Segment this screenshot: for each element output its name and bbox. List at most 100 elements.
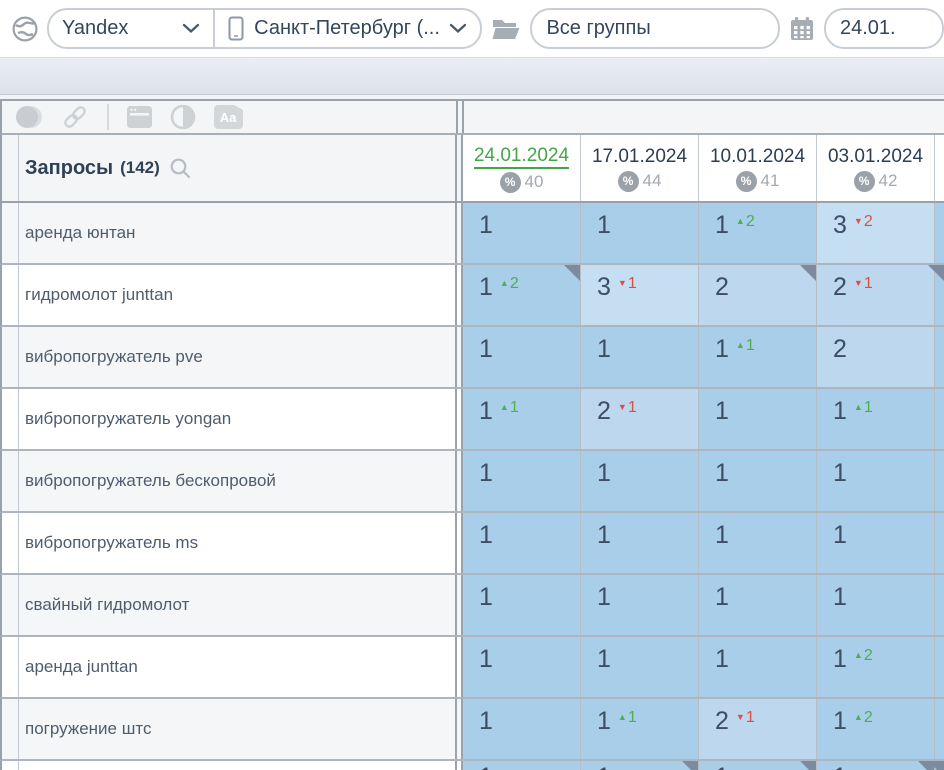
keyword-label[interactable]: вибропогружатель бескопровой (19, 451, 455, 511)
position-cell[interactable]: 1▲2 (817, 699, 935, 759)
search-icon[interactable] (169, 157, 192, 180)
position-cell[interactable]: 1 (817, 451, 935, 511)
panel-separator (455, 761, 463, 770)
region-select[interactable]: Санкт-Петербург (... (213, 10, 480, 47)
percent-value: 40 (525, 172, 544, 191)
position-cell[interactable]: 1▲2 (699, 203, 817, 263)
position-cell[interactable]: 1 (817, 575, 935, 635)
position-cell[interactable]: 1▲1 (817, 389, 935, 449)
position-cell[interactable]: 3▼1 (581, 265, 699, 325)
position-cell[interactable]: 1 (463, 327, 581, 387)
contrast-icon[interactable] (170, 104, 196, 130)
delta-up: ▲1 (854, 399, 873, 416)
table-row: гидромолот junttan 1▲23▼1 2 2▼1 (0, 265, 944, 327)
position-cell[interactable]: 2 (817, 327, 935, 387)
row-gutter (2, 389, 19, 449)
position-cell[interactable]: 1 (581, 575, 699, 635)
position-cell[interactable]: 1 (699, 389, 817, 449)
position-cell[interactable]: 1 (581, 451, 699, 511)
keyword-label[interactable]: погружение штс (19, 699, 455, 759)
date-header-link[interactable]: 10.01.2024 (710, 145, 805, 168)
date-column-header: 17.01.2024 % 44 (581, 135, 699, 201)
position-cell[interactable]: 1 (463, 451, 581, 511)
group-filter-select[interactable]: Все группы (530, 8, 780, 49)
position-value: 1 (715, 583, 729, 611)
window-view-icon[interactable] (126, 105, 153, 129)
position-cell[interactable]: 1 (463, 513, 581, 573)
cell-sliver (935, 699, 944, 759)
search-engine-select[interactable]: Yandex (49, 10, 213, 47)
position-cell[interactable]: 1 (817, 761, 935, 770)
position-cell[interactable]: 2 (699, 265, 817, 325)
delta-down: ▼1 (736, 709, 755, 726)
date-header-link[interactable]: 17.01.2024 (592, 145, 687, 168)
keyword-label[interactable]: вибропогружатель ms (19, 513, 455, 573)
date-range-field[interactable]: 24.01. (824, 8, 944, 49)
folder-icon[interactable] (491, 17, 521, 41)
secondary-band (0, 57, 944, 95)
date-header-link[interactable]: 24.01.2024 (474, 144, 569, 169)
position-value: 1 (833, 645, 847, 673)
keyword-label[interactable]: гидромолот junttan (19, 265, 455, 325)
position-value: 1 (479, 459, 493, 487)
position-cell[interactable]: 1 (463, 761, 581, 770)
row-gutter (2, 513, 19, 573)
position-cell[interactable]: 1 (463, 699, 581, 759)
keyword-label[interactable]: аренда юнтан (19, 203, 455, 263)
position-cell[interactable]: 2▼1 (581, 389, 699, 449)
position-cell[interactable]: 2▼1 (699, 699, 817, 759)
table-row: погружение штс 1 1▲12▼11▲2 (0, 699, 944, 761)
arrow-up-icon: ▲ (736, 340, 745, 350)
position-cell[interactable]: 1 (463, 575, 581, 635)
text-case-icon[interactable]: Aa (213, 104, 244, 130)
arrow-down-icon: ▼ (854, 216, 863, 226)
delta-down: ▼1 (618, 399, 637, 416)
row-cells: 1111▲2 (463, 637, 935, 697)
position-cell[interactable]: 1 (699, 513, 817, 573)
position-cell[interactable]: 1▲1 (699, 327, 817, 387)
corner-marker-icon (800, 761, 816, 770)
table-row: аренда junttan 1111▲2 (0, 637, 944, 699)
position-cell[interactable]: 1 (699, 637, 817, 697)
position-cell[interactable]: 1 (699, 451, 817, 511)
keyword-label[interactable]: вибропогружатель yongan (19, 389, 455, 449)
row-gutter (2, 451, 19, 511)
position-cell[interactable]: 1 (581, 513, 699, 573)
position-cell[interactable]: 1 (581, 203, 699, 263)
calendar-icon[interactable] (789, 16, 815, 42)
keyword-label[interactable]: вибропогружатель pve (19, 327, 455, 387)
table-row: вибропогружатель бескопровой 1111 (0, 451, 944, 513)
position-cell[interactable]: 2▼1 (817, 265, 935, 325)
position-cell[interactable]: 1▲1 (581, 699, 699, 759)
position-cell[interactable]: 1 (463, 203, 581, 263)
chevron-down-icon (449, 17, 467, 40)
link-icon[interactable] (60, 103, 90, 131)
position-cell[interactable]: 1 (581, 761, 699, 770)
keyword-label[interactable] (19, 761, 455, 770)
keyword-label[interactable]: аренда junttan (19, 637, 455, 697)
position-value: 1 (597, 583, 611, 611)
cell-sliver (935, 451, 944, 511)
arrow-up-icon: ▲ (500, 278, 509, 288)
date-column-header: 03.01.2024 % 42 (817, 135, 935, 201)
position-cell[interactable]: 1▲2 (817, 637, 935, 697)
date-header-link[interactable]: 03.01.2024 (828, 145, 923, 168)
position-value: 1 (479, 707, 493, 735)
row-cells: 1111 (463, 513, 935, 573)
position-cell[interactable]: 1▲1 (463, 389, 581, 449)
position-value: 1 (715, 397, 729, 425)
position-value: 2 (715, 273, 729, 301)
search-engine-label: Yandex (62, 17, 128, 40)
position-cell[interactable]: 1 (699, 761, 817, 770)
toolbar-icons: Aa (2, 101, 456, 133)
position-cell[interactable]: 1 (581, 327, 699, 387)
position-cell[interactable]: 1 (699, 575, 817, 635)
position-cell[interactable]: 1 (817, 513, 935, 573)
position-cell[interactable]: 1 (581, 637, 699, 697)
snippets-toggle-icon[interactable] (15, 104, 43, 130)
position-cell[interactable]: 1▲2 (463, 265, 581, 325)
keyword-label[interactable]: свайный гидромолот (19, 575, 455, 635)
row-gutter (2, 575, 19, 635)
position-cell[interactable]: 1 (463, 637, 581, 697)
position-cell[interactable]: 3▼2 (817, 203, 935, 263)
